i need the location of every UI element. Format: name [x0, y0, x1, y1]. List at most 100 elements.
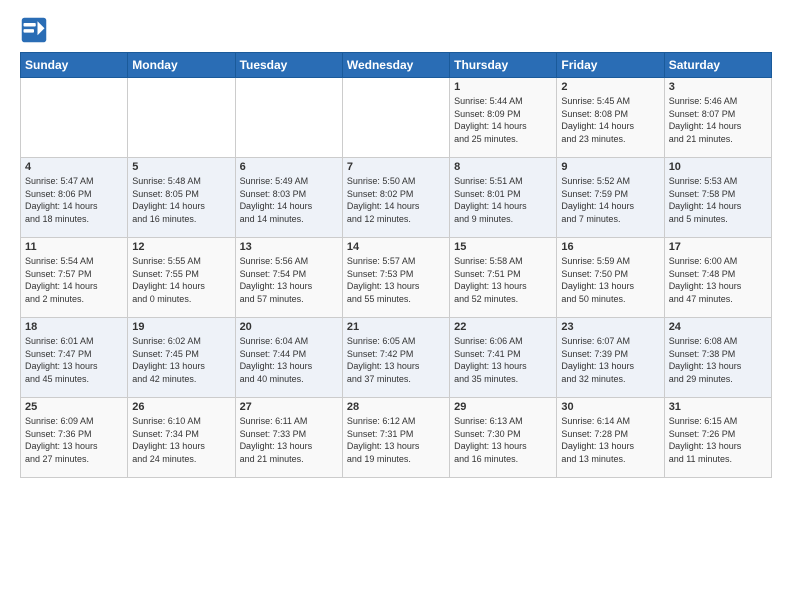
calendar-cell: 22 Sunrise: 6:06 AM Sunset: 7:41 PM Dayli… — [450, 318, 557, 398]
calendar-cell: 24 Sunrise: 6:08 AM Sunset: 7:38 PM Dayli… — [664, 318, 771, 398]
calendar-cell: 1 Sunrise: 5:44 AM Sunset: 8:09 PM Daylig… — [450, 78, 557, 158]
calendar-cell: 5 Sunrise: 5:48 AM Sunset: 8:05 PM Daylig… — [128, 158, 235, 238]
day-number: 5 — [132, 161, 230, 173]
calendar-cell: 28 Sunrise: 6:12 AM Sunset: 7:31 PM Dayli… — [342, 398, 449, 478]
day-info: Sunrise: 5:53 AM Sunset: 7:58 PM Dayligh… — [669, 175, 767, 225]
calendar-week-5: 25 Sunrise: 6:09 AM Sunset: 7:36 PM Dayli… — [21, 398, 772, 478]
day-info: Sunrise: 6:05 AM Sunset: 7:42 PM Dayligh… — [347, 335, 445, 385]
day-number: 28 — [347, 401, 445, 413]
calendar-cell: 18 Sunrise: 6:01 AM Sunset: 7:47 PM Dayli… — [21, 318, 128, 398]
day-number: 21 — [347, 321, 445, 333]
day-info: Sunrise: 6:13 AM Sunset: 7:30 PM Dayligh… — [454, 415, 552, 465]
day-number: 13 — [240, 241, 338, 253]
calendar-cell: 27 Sunrise: 6:11 AM Sunset: 7:33 PM Dayli… — [235, 398, 342, 478]
day-info: Sunrise: 5:58 AM Sunset: 7:51 PM Dayligh… — [454, 255, 552, 305]
col-header-sunday: Sunday — [21, 53, 128, 78]
calendar-cell: 14 Sunrise: 5:57 AM Sunset: 7:53 PM Dayli… — [342, 238, 449, 318]
calendar-cell — [128, 78, 235, 158]
page: SundayMondayTuesdayWednesdayThursdayFrid… — [0, 0, 792, 612]
calendar-week-2: 4 Sunrise: 5:47 AM Sunset: 8:06 PM Daylig… — [21, 158, 772, 238]
day-number: 11 — [25, 241, 123, 253]
day-number: 2 — [561, 81, 659, 93]
col-header-monday: Monday — [128, 53, 235, 78]
calendar-cell: 15 Sunrise: 5:58 AM Sunset: 7:51 PM Dayli… — [450, 238, 557, 318]
calendar-cell: 16Sunrise: 5:59 AM Sunset: 7:50 PM Dayli… — [557, 238, 664, 318]
day-info: Sunrise: 6:06 AM Sunset: 7:41 PM Dayligh… — [454, 335, 552, 385]
calendar-cell: 13 Sunrise: 5:56 AM Sunset: 7:54 PM Dayli… — [235, 238, 342, 318]
day-number: 27 — [240, 401, 338, 413]
day-info: Sunrise: 5:57 AM Sunset: 7:53 PM Dayligh… — [347, 255, 445, 305]
calendar-cell: 30Sunrise: 6:14 AM Sunset: 7:28 PM Dayli… — [557, 398, 664, 478]
calendar-cell — [235, 78, 342, 158]
calendar-cell: 7Sunrise: 5:50 AM Sunset: 8:02 PM Daylig… — [342, 158, 449, 238]
day-number: 20 — [240, 321, 338, 333]
calendar-cell: 29Sunrise: 6:13 AM Sunset: 7:30 PM Dayli… — [450, 398, 557, 478]
logo — [20, 16, 52, 44]
day-number: 30 — [561, 401, 659, 413]
day-info: Sunrise: 5:44 AM Sunset: 8:09 PM Dayligh… — [454, 95, 552, 145]
calendar-cell: 26Sunrise: 6:10 AM Sunset: 7:34 PM Dayli… — [128, 398, 235, 478]
calendar-cell: 8 Sunrise: 5:51 AM Sunset: 8:01 PM Daylig… — [450, 158, 557, 238]
day-info: Sunrise: 5:56 AM Sunset: 7:54 PM Dayligh… — [240, 255, 338, 305]
calendar-cell: 4 Sunrise: 5:47 AM Sunset: 8:06 PM Daylig… — [21, 158, 128, 238]
col-header-saturday: Saturday — [664, 53, 771, 78]
day-info: Sunrise: 5:45 AM Sunset: 8:08 PM Dayligh… — [561, 95, 659, 145]
day-info: Sunrise: 6:01 AM Sunset: 7:47 PM Dayligh… — [25, 335, 123, 385]
day-info: Sunrise: 6:04 AM Sunset: 7:44 PM Dayligh… — [240, 335, 338, 385]
day-info: Sunrise: 5:46 AM Sunset: 8:07 PM Dayligh… — [669, 95, 767, 145]
day-info: Sunrise: 6:00 AM Sunset: 7:48 PM Dayligh… — [669, 255, 767, 305]
calendar-week-1: 1 Sunrise: 5:44 AM Sunset: 8:09 PM Daylig… — [21, 78, 772, 158]
calendar-table: SundayMondayTuesdayWednesdayThursdayFrid… — [20, 52, 772, 478]
calendar-cell: 3 Sunrise: 5:46 AM Sunset: 8:07 PM Daylig… — [664, 78, 771, 158]
calendar-cell — [342, 78, 449, 158]
calendar-cell: 11 Sunrise: 5:54 AM Sunset: 7:57 PM Dayli… — [21, 238, 128, 318]
day-number: 24 — [669, 321, 767, 333]
calendar-cell: 31Sunrise: 6:15 AM Sunset: 7:26 PM Dayli… — [664, 398, 771, 478]
header — [20, 16, 772, 44]
day-number: 15 — [454, 241, 552, 253]
calendar-cell: 12 Sunrise: 5:55 AM Sunset: 7:55 PM Dayli… — [128, 238, 235, 318]
calendar-cell: 20 Sunrise: 6:04 AM Sunset: 7:44 PM Dayli… — [235, 318, 342, 398]
day-info: Sunrise: 6:11 AM Sunset: 7:33 PM Dayligh… — [240, 415, 338, 465]
day-info: Sunrise: 6:08 AM Sunset: 7:38 PM Dayligh… — [669, 335, 767, 385]
day-number: 3 — [669, 81, 767, 93]
calendar-header-row: SundayMondayTuesdayWednesdayThursdayFrid… — [21, 53, 772, 78]
day-number: 12 — [132, 241, 230, 253]
calendar-cell — [21, 78, 128, 158]
day-info: Sunrise: 5:51 AM Sunset: 8:01 PM Dayligh… — [454, 175, 552, 225]
day-number: 17 — [669, 241, 767, 253]
day-info: Sunrise: 6:02 AM Sunset: 7:45 PM Dayligh… — [132, 335, 230, 385]
day-number: 1 — [454, 81, 552, 93]
day-number: 7 — [347, 161, 445, 173]
calendar-cell: 23Sunrise: 6:07 AM Sunset: 7:39 PM Dayli… — [557, 318, 664, 398]
day-number: 25 — [25, 401, 123, 413]
day-number: 9 — [561, 161, 659, 173]
logo-icon — [20, 16, 48, 44]
day-info: Sunrise: 5:54 AM Sunset: 7:57 PM Dayligh… — [25, 255, 123, 305]
calendar-week-4: 18 Sunrise: 6:01 AM Sunset: 7:47 PM Dayli… — [21, 318, 772, 398]
day-number: 18 — [25, 321, 123, 333]
day-info: Sunrise: 6:15 AM Sunset: 7:26 PM Dayligh… — [669, 415, 767, 465]
calendar-cell: 17 Sunrise: 6:00 AM Sunset: 7:48 PM Dayli… — [664, 238, 771, 318]
day-number: 14 — [347, 241, 445, 253]
calendar-cell: 21 Sunrise: 6:05 AM Sunset: 7:42 PM Dayli… — [342, 318, 449, 398]
day-number: 10 — [669, 161, 767, 173]
day-info: Sunrise: 5:47 AM Sunset: 8:06 PM Dayligh… — [25, 175, 123, 225]
day-info: Sunrise: 5:55 AM Sunset: 7:55 PM Dayligh… — [132, 255, 230, 305]
day-number: 8 — [454, 161, 552, 173]
col-header-thursday: Thursday — [450, 53, 557, 78]
day-info: Sunrise: 6:12 AM Sunset: 7:31 PM Dayligh… — [347, 415, 445, 465]
day-info: Sunrise: 5:49 AM Sunset: 8:03 PM Dayligh… — [240, 175, 338, 225]
day-number: 22 — [454, 321, 552, 333]
day-number: 4 — [25, 161, 123, 173]
day-info: Sunrise: 6:09 AM Sunset: 7:36 PM Dayligh… — [25, 415, 123, 465]
col-header-wednesday: Wednesday — [342, 53, 449, 78]
calendar-week-3: 11 Sunrise: 5:54 AM Sunset: 7:57 PM Dayli… — [21, 238, 772, 318]
calendar-cell: 2 Sunrise: 5:45 AM Sunset: 8:08 PM Daylig… — [557, 78, 664, 158]
calendar-cell: 19 Sunrise: 6:02 AM Sunset: 7:45 PM Dayli… — [128, 318, 235, 398]
day-number: 6 — [240, 161, 338, 173]
day-number: 26 — [132, 401, 230, 413]
day-info: Sunrise: 5:59 AM Sunset: 7:50 PM Dayligh… — [561, 255, 659, 305]
day-info: Sunrise: 5:48 AM Sunset: 8:05 PM Dayligh… — [132, 175, 230, 225]
day-number: 19 — [132, 321, 230, 333]
